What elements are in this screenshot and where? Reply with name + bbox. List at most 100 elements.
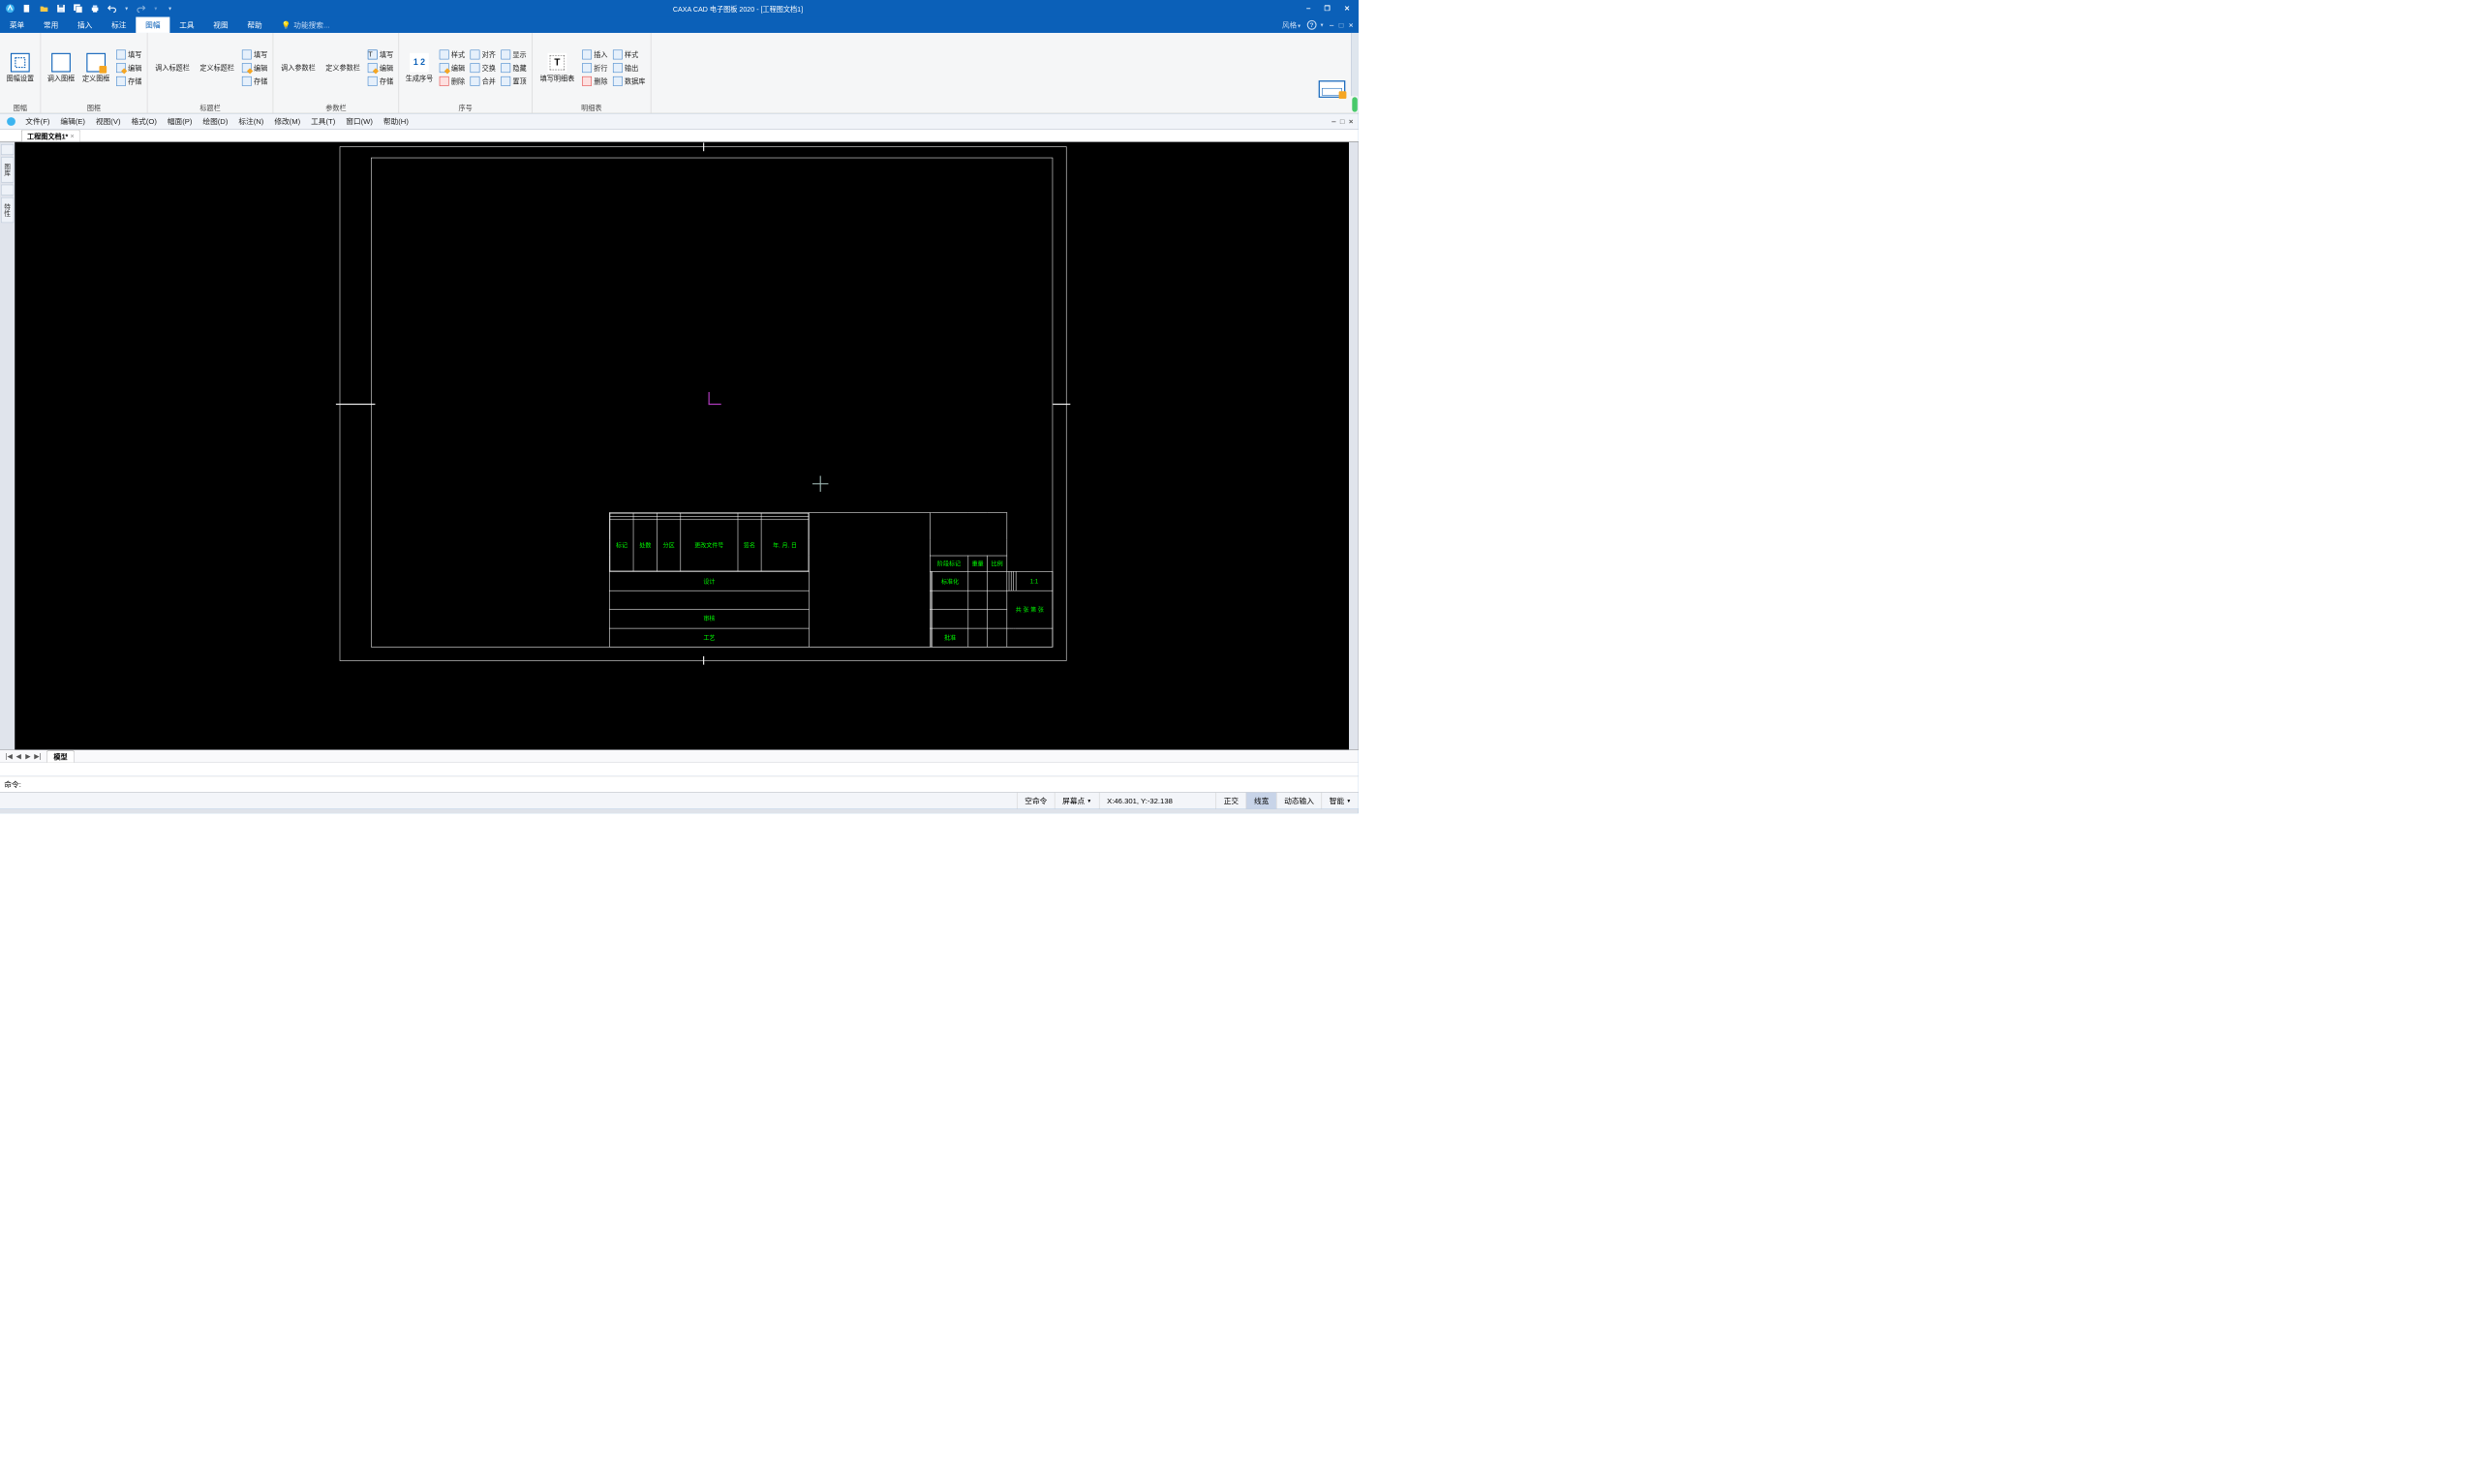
drawing-canvas[interactable]: 标记处数分区更改文件号签名年. 月. 日 阶段标记重量比例 设计标准化 1:1 … <box>15 142 1359 749</box>
import-frame-button[interactable]: 调入图框 <box>44 50 77 84</box>
frame-edit-button[interactable]: 编辑 <box>115 62 143 74</box>
status-snap[interactable]: 屏幕点▼ <box>1055 793 1099 809</box>
app-icon[interactable] <box>5 4 15 14</box>
define-parambar-button[interactable]: 定义参数栏 <box>321 61 365 74</box>
status-ortho[interactable]: 正交 <box>1216 793 1246 809</box>
import-titleblock-button[interactable]: 调入标题栏 <box>151 61 195 74</box>
tab-format[interactable]: 图幅 <box>136 17 169 33</box>
status-smart[interactable]: 智能▼ <box>1322 793 1359 809</box>
doc-min-button[interactable]: ‒ <box>1331 117 1335 126</box>
saveall-icon[interactable] <box>74 4 83 14</box>
undo-icon[interactable] <box>107 4 117 14</box>
balloon-delete-button[interactable]: 删除 <box>439 76 467 87</box>
bom-style-button[interactable]: 样式 <box>612 48 647 60</box>
redo-icon[interactable] <box>137 4 146 14</box>
define-frame-button[interactable]: 定义图框 <box>79 50 113 84</box>
palette-properties[interactable]: 特性 <box>1 197 14 223</box>
menu-tools[interactable]: 工具(T) <box>306 116 341 127</box>
doc-max-button[interactable]: □ <box>1340 117 1345 126</box>
tb-scale: 比例 <box>988 556 1007 572</box>
doc-tab-close-icon[interactable]: × <box>70 132 74 139</box>
tb-fill-button[interactable]: 填写 <box>241 48 269 60</box>
tab-annotate[interactable]: 标注 <box>102 17 136 33</box>
palette-icon-1[interactable] <box>1 144 14 155</box>
style-dropdown[interactable]: 风格 ▼ <box>1282 19 1301 30</box>
nav-first-button[interactable]: |◀ <box>4 751 14 761</box>
qat-customize-icon[interactable]: ▼ <box>168 6 172 11</box>
new-icon[interactable] <box>22 4 32 14</box>
menu-format[interactable]: 格式(O) <box>126 116 162 127</box>
pb-fill-button[interactable]: T填写 <box>367 48 395 60</box>
nav-next-button[interactable]: ▶ <box>23 751 33 761</box>
ribbon-max-button[interactable]: □ <box>1339 20 1344 29</box>
save-icon[interactable] <box>56 4 66 14</box>
help-dropdown-icon[interactable]: ▼ <box>1320 22 1325 27</box>
tb-save-button[interactable]: 存储 <box>241 76 269 87</box>
command-line[interactable]: 命令: <box>0 776 1359 792</box>
frame-save-button[interactable]: 存储 <box>115 76 143 87</box>
ribbon-min-button[interactable]: ‒ <box>1330 20 1333 29</box>
menu-dim[interactable]: 标注(N) <box>233 116 269 127</box>
balloon-merge-button[interactable]: 合并 <box>469 76 497 87</box>
nav-prev-button[interactable]: ◀ <box>14 751 23 761</box>
tab-tools[interactable]: 工具 <box>169 17 203 33</box>
import-parambar-button[interactable]: 调入参数栏 <box>277 61 321 74</box>
model-tab[interactable]: 模型 <box>46 750 75 762</box>
tb-edit-button[interactable]: 编辑 <box>241 62 269 74</box>
fill-bom-button[interactable]: T填写明细表 <box>536 50 579 84</box>
maximize-button[interactable]: ❐ <box>1324 4 1330 13</box>
doc-close-button[interactable]: × <box>1349 117 1353 126</box>
tab-common[interactable]: 常用 <box>34 17 68 33</box>
balloon-top-button[interactable]: 置顶 <box>500 76 528 87</box>
bom-wrap-button[interactable]: 折行 <box>581 62 609 74</box>
balloon-align-button[interactable]: 对齐 <box>469 48 497 60</box>
undo-dropdown-icon[interactable]: ▼ <box>124 6 129 11</box>
bom-delete-button[interactable]: 删除 <box>581 76 609 87</box>
tab-insert[interactable]: 插入 <box>68 17 102 33</box>
ribbon-search[interactable]: 💡 功能搜索... <box>281 17 329 33</box>
menu-modify[interactable]: 修改(M) <box>269 116 306 127</box>
nav-last-button[interactable]: ▶| <box>33 751 43 761</box>
canvas-scrollbar-v[interactable] <box>1349 142 1359 749</box>
pb-edit-button[interactable]: 编辑 <box>367 62 395 74</box>
status-lineweight[interactable]: 线宽 <box>1246 793 1276 809</box>
balloon-hide-button[interactable]: 隐藏 <box>500 62 528 74</box>
ribbon-close-button[interactable]: × <box>1349 20 1353 29</box>
tab-menu[interactable]: 菜单 <box>0 17 34 33</box>
menu-paper[interactable]: 幅面(P) <box>162 116 198 127</box>
balloon-style-button[interactable]: 样式 <box>439 48 467 60</box>
bom-db-button[interactable]: 数据库 <box>612 76 647 87</box>
frame-fill-button[interactable]: 填写 <box>115 48 143 60</box>
menu-view[interactable]: 视图(V) <box>90 116 126 127</box>
menu-window[interactable]: 窗口(W) <box>341 116 379 127</box>
print-icon[interactable] <box>90 4 100 14</box>
menu-draw[interactable]: 绘图(D) <box>198 116 233 127</box>
redo-dropdown-icon[interactable]: ▼ <box>153 6 158 11</box>
menu-edit[interactable]: 编辑(E) <box>55 116 91 127</box>
bom-insert-button[interactable]: 插入 <box>581 48 609 60</box>
doc-tab-active[interactable]: 工程图文档1* × <box>21 130 80 141</box>
minimize-button[interactable]: ‒ <box>1306 4 1310 13</box>
palette-library[interactable]: 图库 <box>1 157 14 182</box>
create-balloon-button[interactable]: 1 2生成序号 <box>402 50 436 84</box>
open-icon[interactable] <box>40 4 49 14</box>
menu-file[interactable]: 文件(F) <box>20 116 55 127</box>
paper-settings-button[interactable]: 图幅设置 <box>3 50 37 84</box>
status-dyninput[interactable]: 动态输入 <box>1276 793 1322 809</box>
balloon-swap-button[interactable]: 交换 <box>469 62 497 74</box>
app-small-icon[interactable] <box>5 115 16 127</box>
define-titleblock-button[interactable]: 定义标题栏 <box>196 61 239 74</box>
ribbon-scrollbar[interactable] <box>1351 33 1359 113</box>
balloon-show-button[interactable]: 显示 <box>500 48 528 60</box>
left-palette: 图库 特性 <box>0 142 15 749</box>
close-button[interactable]: ✕ <box>1344 4 1350 13</box>
bom-export-button[interactable]: 输出 <box>612 62 647 74</box>
tab-view[interactable]: 视图 <box>203 17 237 33</box>
help-icon[interactable]: ? <box>1307 20 1317 30</box>
pb-save-button[interactable]: 存储 <box>367 76 395 87</box>
menu-help[interactable]: 帮助(H) <box>378 116 413 127</box>
tb-approve: 批准 <box>933 628 968 647</box>
tab-help[interactable]: 帮助 <box>238 17 272 33</box>
palette-icon-2[interactable] <box>1 185 14 196</box>
balloon-edit-button[interactable]: 编辑 <box>439 62 467 74</box>
